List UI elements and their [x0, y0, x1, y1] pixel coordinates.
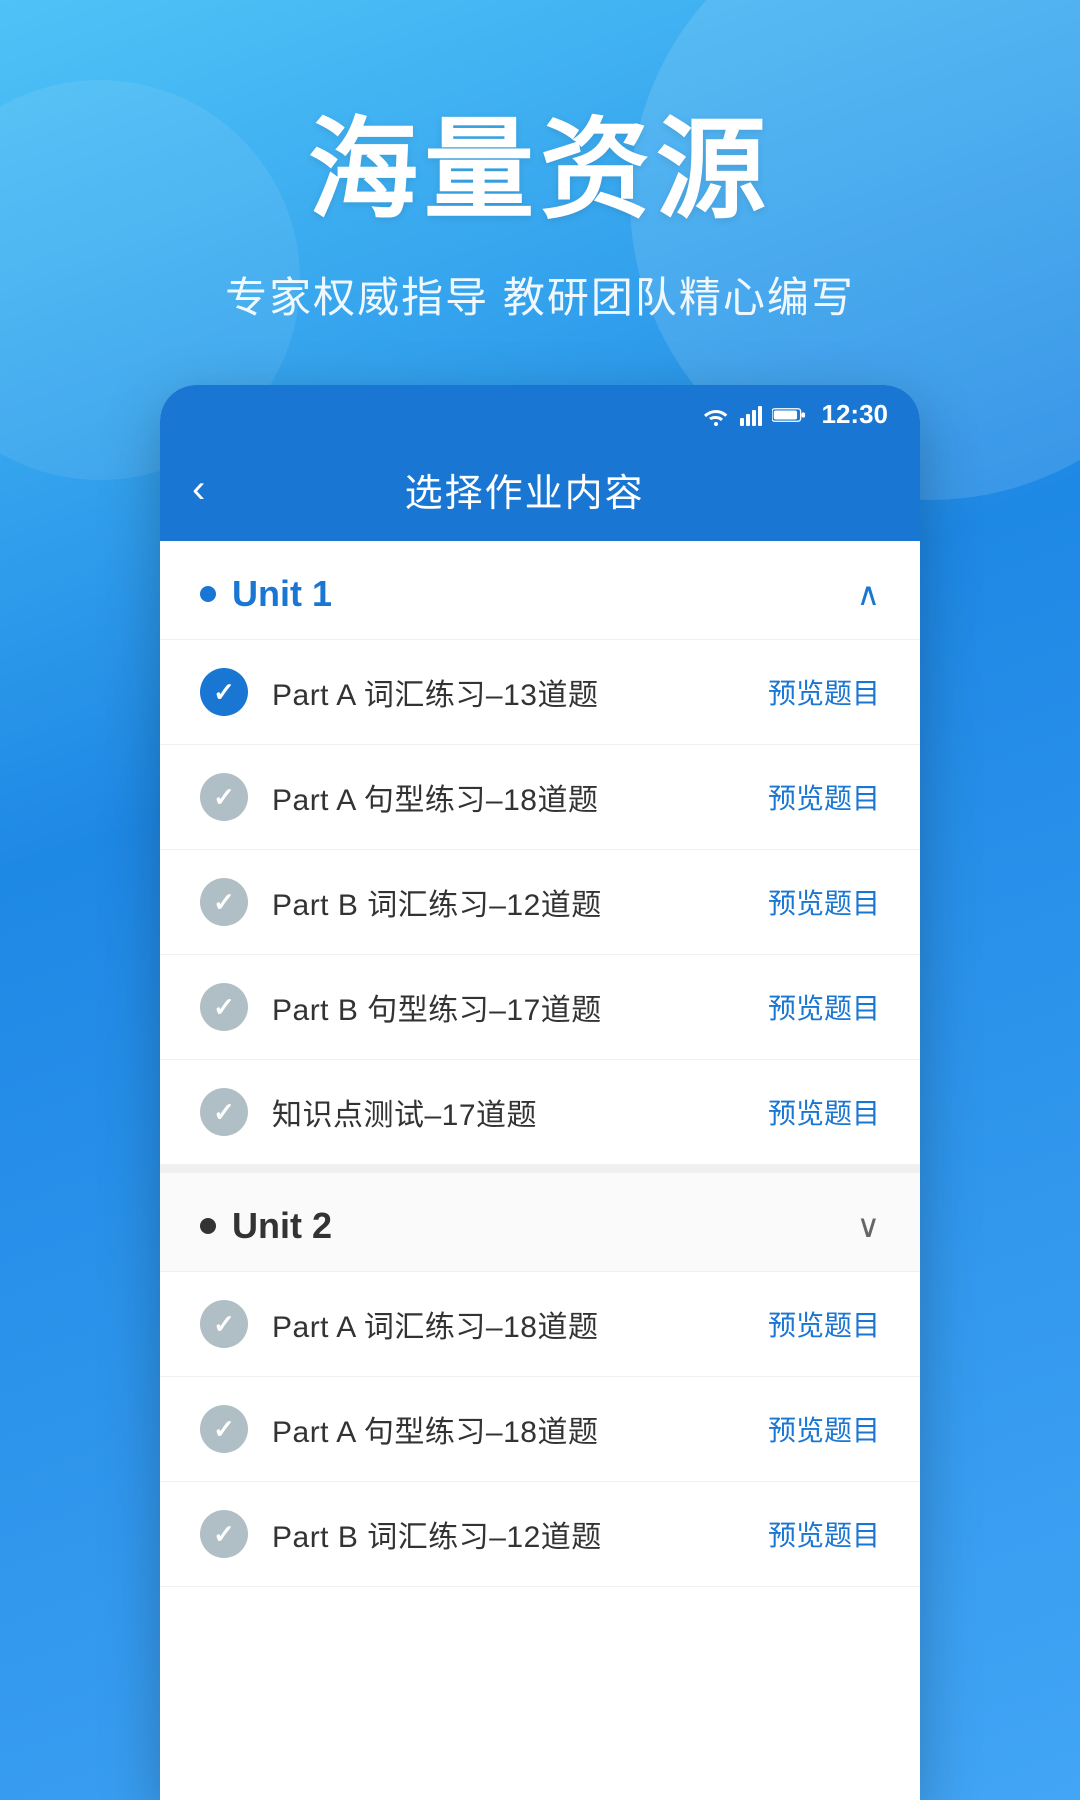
- preview-link[interactable]: 预览题目: [768, 1514, 880, 1554]
- checkmark-icon: ✓: [213, 992, 235, 1023]
- battery-icon: [772, 406, 806, 424]
- preview-link[interactable]: 预览题目: [768, 1092, 880, 1132]
- checkmark-icon: ✓: [213, 1414, 235, 1445]
- checkbox-unchecked-icon[interactable]: ✓: [200, 1300, 248, 1348]
- unit1-header[interactable]: Unit 1 ∧: [160, 541, 920, 640]
- preview-link[interactable]: 预览题目: [768, 987, 880, 1027]
- unit2-header[interactable]: Unit 2 ∨: [160, 1165, 920, 1272]
- content-area: Unit 1 ∧ ✓ Part A 词汇练习–13道题 预览题目 ✓ Part …: [160, 541, 920, 1800]
- phone-mockup: 12:30 ‹ 选择作业内容 Unit 1 ∧ ✓ Par: [160, 385, 920, 1800]
- list-item[interactable]: ✓ Part A 词汇练习–13道题 预览题目: [160, 640, 920, 745]
- checkmark-icon: ✓: [213, 1519, 235, 1550]
- item-text: Part B 句型练习–17道题: [272, 985, 744, 1029]
- item-text: Part A 词汇练习–18道题: [272, 1302, 744, 1346]
- list-item[interactable]: ✓ Part B 句型练习–17道题 预览题目: [160, 955, 920, 1060]
- item-text: 知识点测试–17道题: [272, 1090, 744, 1134]
- checkbox-checked-icon[interactable]: ✓: [200, 668, 248, 716]
- status-time: 12:30: [822, 399, 889, 430]
- list-item[interactable]: ✓ Part B 词汇练习–12道题 预览题目: [160, 1482, 920, 1587]
- checkmark-icon: ✓: [213, 1097, 235, 1128]
- hero-subtitle: 专家权威指导 教研团队精心编写: [225, 264, 855, 325]
- list-item[interactable]: ✓ Part B 词汇练习–12道题 预览题目: [160, 850, 920, 955]
- app-bar-title: 选择作业内容: [217, 462, 832, 517]
- list-item[interactable]: ✓ Part A 句型练习–18道题 预览题目: [160, 745, 920, 850]
- unit2-chevron-icon[interactable]: ∨: [857, 1207, 880, 1245]
- unit2-title: Unit 2: [232, 1205, 332, 1247]
- list-item[interactable]: ✓ Part A 词汇练习–18道题 预览题目: [160, 1272, 920, 1377]
- item-text: Part B 词汇练习–12道题: [272, 1512, 744, 1556]
- checkbox-unchecked-icon[interactable]: ✓: [200, 773, 248, 821]
- unit1-dot: [200, 586, 216, 602]
- back-button[interactable]: ‹: [188, 463, 217, 516]
- checkmark-icon: ✓: [213, 677, 235, 708]
- checkmark-icon: ✓: [213, 887, 235, 918]
- outer-background: 海量资源 专家权威指导 教研团队精心编写: [0, 0, 1080, 1800]
- item-text: Part B 词汇练习–12道题: [272, 880, 744, 924]
- unit2-dot: [200, 1218, 216, 1234]
- app-bar: ‹ 选择作业内容: [160, 444, 920, 541]
- checkmark-icon: ✓: [213, 1309, 235, 1340]
- item-text: Part A 句型练习–18道题: [272, 775, 744, 819]
- item-text: Part A 句型练习–18道题: [272, 1407, 744, 1451]
- preview-link[interactable]: 预览题目: [768, 777, 880, 817]
- unit1-title: Unit 1: [232, 573, 332, 615]
- list-item[interactable]: ✓ Part A 句型练习–18道题 预览题目: [160, 1377, 920, 1482]
- hero-title: 海量资源: [308, 80, 772, 240]
- item-text: Part A 词汇练习–13道题: [272, 670, 744, 714]
- checkbox-unchecked-icon[interactable]: ✓: [200, 878, 248, 926]
- checkbox-unchecked-icon[interactable]: ✓: [200, 983, 248, 1031]
- checkbox-unchecked-icon[interactable]: ✓: [200, 1088, 248, 1136]
- checkmark-icon: ✓: [213, 782, 235, 813]
- preview-link[interactable]: 预览题目: [768, 1304, 880, 1344]
- status-icons: [702, 404, 806, 426]
- list-item[interactable]: ✓ 知识点测试–17道题 预览题目: [160, 1060, 920, 1165]
- unit1-chevron-icon[interactable]: ∧: [857, 575, 880, 613]
- wifi-icon: [702, 404, 730, 426]
- signal-icon: [740, 404, 762, 426]
- checkbox-unchecked-icon[interactable]: ✓: [200, 1510, 248, 1558]
- unit1-label: Unit 1: [200, 573, 332, 615]
- checkbox-unchecked-icon[interactable]: ✓: [200, 1405, 248, 1453]
- preview-link[interactable]: 预览题目: [768, 882, 880, 922]
- preview-link[interactable]: 预览题目: [768, 672, 880, 712]
- unit2-label: Unit 2: [200, 1205, 332, 1247]
- status-bar: 12:30: [160, 385, 920, 444]
- preview-link[interactable]: 预览题目: [768, 1409, 880, 1449]
